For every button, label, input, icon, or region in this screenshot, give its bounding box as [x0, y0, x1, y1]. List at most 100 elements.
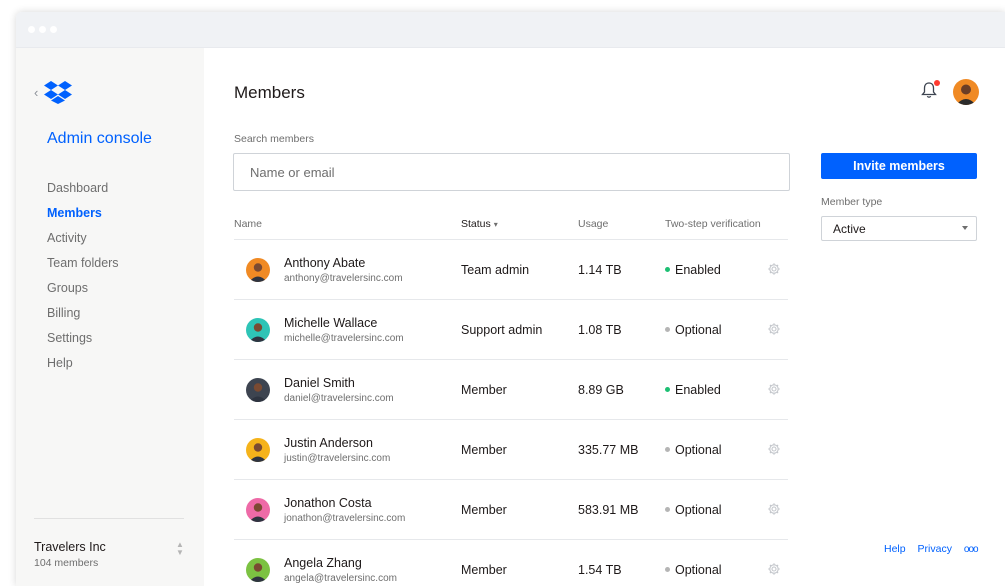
member-status: Member: [461, 383, 507, 397]
verification-label: Enabled: [675, 383, 721, 397]
sidebar-item-help[interactable]: Help: [47, 355, 119, 380]
sidebar-item-activity[interactable]: Activity: [47, 230, 119, 255]
column-header-status[interactable]: Status ▾: [461, 218, 498, 230]
gear-icon[interactable]: [767, 502, 781, 516]
member-usage: 1.54 TB: [578, 563, 622, 577]
search-label: Search members: [234, 133, 314, 145]
sidebar-nav: Dashboard Members Activity Team folders Grou…: [47, 180, 119, 380]
member-verification: Optional: [665, 443, 722, 457]
member-status: Member: [461, 503, 507, 517]
verification-status-dot: [665, 567, 670, 573]
gear-icon[interactable]: [767, 322, 781, 336]
chevron-up-down-icon[interactable]: ▲ ▼: [176, 541, 184, 559]
verification-status-dot: [665, 447, 670, 453]
member-avatar: [246, 258, 270, 282]
gear-icon[interactable]: [767, 562, 781, 576]
help-link[interactable]: Help: [884, 543, 906, 555]
member-verification: Enabled: [665, 263, 721, 277]
org-member-count: 104 members: [34, 557, 99, 569]
sidebar-item-members[interactable]: Members: [47, 205, 119, 230]
verification-label: Optional: [675, 443, 722, 457]
footer-links: Help Privacy ooo: [884, 543, 979, 555]
table-row[interactable]: Daniel Smith daniel@travelersinc.com Membe…: [234, 360, 788, 420]
gear-icon[interactable]: [767, 442, 781, 456]
app-window: ‹ Admin console Dashboard Members Activity…: [16, 12, 1005, 586]
sidebar-item-groups[interactable]: Groups: [47, 280, 119, 305]
table-row[interactable]: Jonathon Costa jonathon@travelersinc.com M…: [234, 480, 788, 540]
member-usage: 335.77 MB: [578, 443, 639, 457]
notification-dot: [934, 80, 940, 86]
member-name[interactable]: Jonathon Costa: [284, 496, 372, 510]
search-input[interactable]: [233, 153, 790, 191]
member-verification: Optional: [665, 503, 722, 517]
member-avatar: [246, 438, 270, 462]
column-header-verification[interactable]: Two-step verification: [665, 218, 761, 230]
org-name: Travelers Inc: [34, 540, 106, 554]
member-type-label: Member type: [821, 196, 883, 208]
window-titlebar: [16, 12, 1005, 48]
privacy-link[interactable]: Privacy: [918, 543, 952, 555]
member-email: daniel@travelersinc.com: [284, 393, 394, 404]
window-dot[interactable]: [39, 26, 46, 33]
table-row[interactable]: Michelle Wallace michelle@travelersinc.co…: [234, 300, 788, 360]
column-header-name[interactable]: Name: [234, 218, 262, 230]
member-email: angela@travelersinc.com: [284, 573, 397, 584]
invite-members-button[interactable]: Invite members: [821, 153, 977, 179]
member-avatar: [246, 378, 270, 402]
member-type-select[interactable]: Active: [821, 216, 977, 241]
member-name[interactable]: Daniel Smith: [284, 376, 355, 390]
member-verification: Optional: [665, 563, 722, 577]
sidebar-item-dashboard[interactable]: Dashboard: [47, 180, 119, 205]
member-status: Member: [461, 443, 507, 457]
verification-status-dot: [665, 507, 670, 513]
table-row[interactable]: Anthony Abate anthony@travelersinc.com Tea…: [234, 240, 788, 300]
member-avatar: [246, 558, 270, 582]
member-status: Team admin: [461, 263, 530, 277]
verification-label: Optional: [675, 323, 722, 337]
window-dot[interactable]: [28, 26, 35, 33]
sort-caret-icon: ▾: [493, 220, 498, 229]
member-verification: Optional: [665, 323, 722, 337]
verification-status-dot: [665, 327, 670, 333]
member-email: jonathon@travelersinc.com: [284, 513, 406, 524]
admin-console-title: Admin console: [47, 130, 152, 147]
member-verification: Enabled: [665, 383, 721, 397]
table-row[interactable]: Justin Anderson justin@travelersinc.com Me…: [234, 420, 788, 480]
member-avatar: [246, 318, 270, 342]
member-avatar: [246, 498, 270, 522]
member-usage: 1.08 TB: [578, 323, 622, 337]
chevron-down-icon: [962, 226, 968, 230]
window-dot[interactable]: [50, 26, 57, 33]
column-header-usage[interactable]: Usage: [578, 218, 608, 230]
verification-label: Optional: [675, 563, 722, 577]
table-row[interactable]: Angela Zhang angela@travelersinc.com Membe…: [234, 540, 788, 586]
sidebar-item-billing[interactable]: Billing: [47, 305, 119, 330]
member-email: justin@travelersinc.com: [284, 453, 391, 464]
sidebar-item-settings[interactable]: Settings: [47, 330, 119, 355]
chevron-left-icon[interactable]: ‹: [34, 86, 38, 99]
verification-label: Enabled: [675, 263, 721, 277]
member-type-value: Active: [833, 222, 866, 236]
member-name[interactable]: Michelle Wallace: [284, 316, 377, 330]
member-name[interactable]: Justin Anderson: [284, 436, 373, 450]
gear-icon[interactable]: [767, 382, 781, 396]
member-email: anthony@travelersinc.com: [284, 273, 403, 284]
member-name[interactable]: Angela Zhang: [284, 556, 362, 570]
member-usage: 1.14 TB: [578, 263, 622, 277]
column-header-status-label: Status: [461, 218, 491, 230]
dropbox-logo-icon[interactable]: [44, 80, 72, 104]
more-options-icon[interactable]: ooo: [964, 544, 979, 555]
member-name[interactable]: Anthony Abate: [284, 256, 365, 270]
member-email: michelle@travelersinc.com: [284, 333, 404, 344]
gear-icon[interactable]: [767, 262, 781, 276]
user-avatar[interactable]: [953, 79, 979, 105]
page-title: Members: [234, 83, 305, 102]
sidebar: ‹ Admin console Dashboard Members Activity…: [16, 48, 204, 586]
verification-status-dot: [665, 387, 670, 393]
verification-status-dot: [665, 267, 670, 273]
sidebar-item-team-folders[interactable]: Team folders: [47, 255, 119, 280]
sidebar-divider: [34, 518, 184, 519]
member-usage: 8.89 GB: [578, 383, 624, 397]
member-status: Support admin: [461, 323, 543, 337]
member-usage: 583.91 MB: [578, 503, 639, 517]
